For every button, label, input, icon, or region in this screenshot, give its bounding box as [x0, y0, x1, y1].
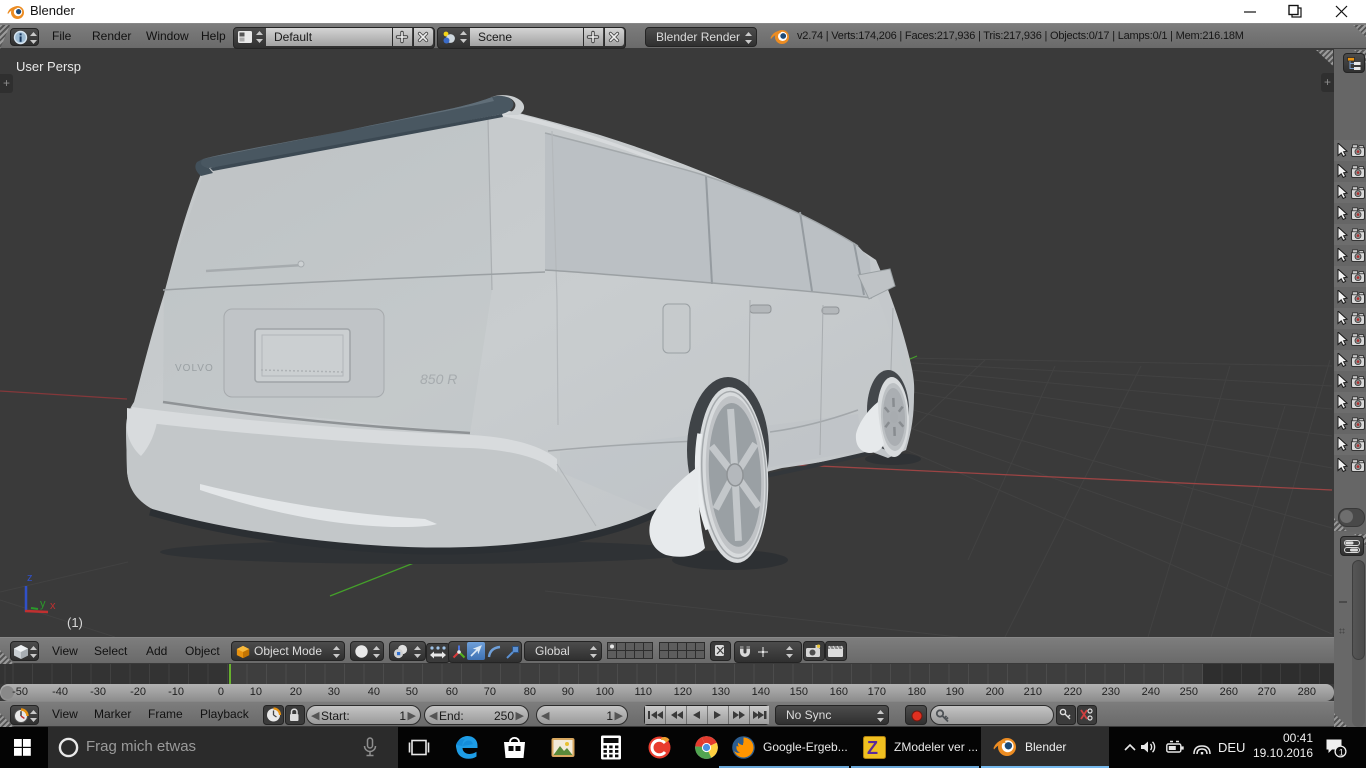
- svg-text:850 R: 850 R: [420, 371, 457, 387]
- svg-text:Z: Z: [867, 738, 878, 758]
- svg-text:y: y: [40, 598, 46, 610]
- svg-text:z: z: [27, 572, 33, 584]
- svg-text:VOLVO: VOLVO: [175, 363, 214, 374]
- svg-text:1: 1: [1339, 747, 1344, 757]
- svg-text:x: x: [50, 600, 56, 612]
